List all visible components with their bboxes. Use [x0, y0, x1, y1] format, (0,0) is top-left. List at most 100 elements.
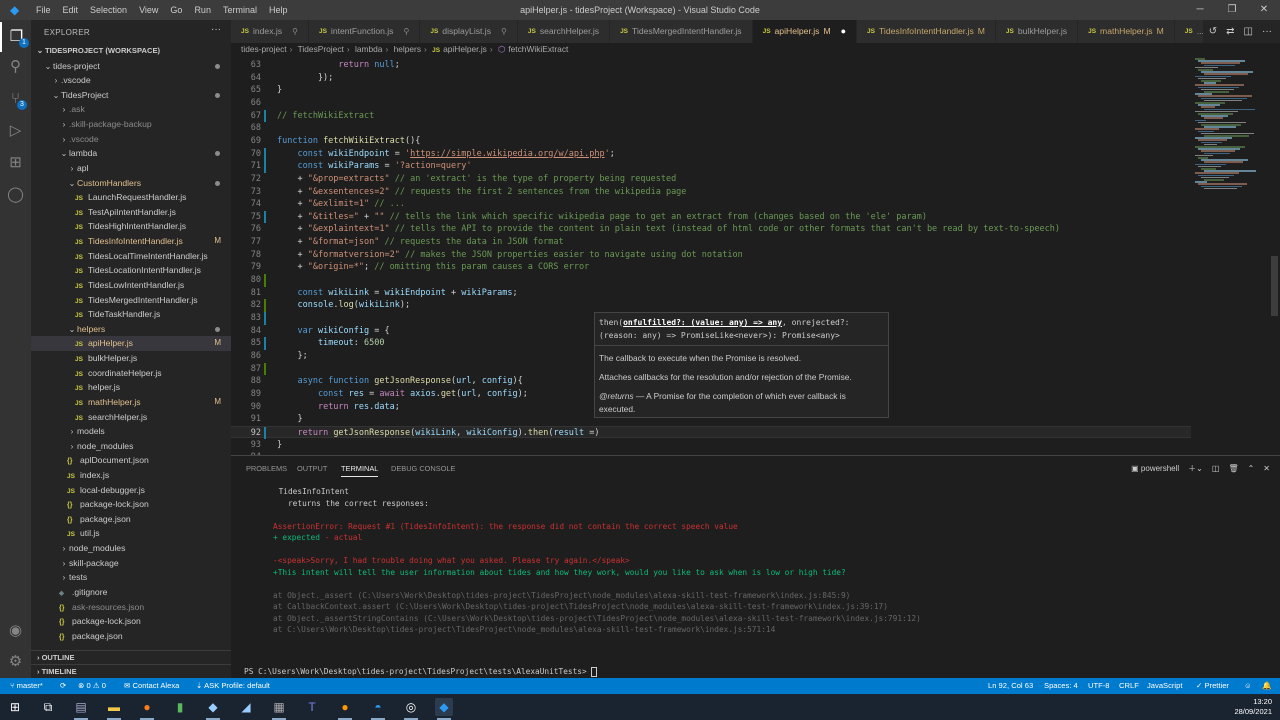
git-added-marker[interactable]: [264, 362, 266, 376]
file-item[interactable]: JS mathHelper.js M: [31, 395, 231, 410]
file-explorer-icon[interactable]: ▬: [105, 698, 123, 720]
file-item[interactable]: {} package-lock.json: [31, 614, 231, 629]
task-view-icon[interactable]: ⧉: [39, 698, 57, 716]
file-item[interactable]: JS TidesInfoIntentHandler.js M: [31, 234, 231, 249]
split-terminal-icon[interactable]: ◫: [1212, 461, 1220, 477]
breadcrumb-item[interactable]: helpers: [394, 44, 421, 54]
menu-run[interactable]: Run: [188, 5, 217, 15]
file-item[interactable]: JS TestApiIntentHandler.js: [31, 205, 231, 220]
folder-item[interactable]: › .vscode: [31, 132, 231, 147]
contact-alexa[interactable]: ✉ Contact Alexa: [124, 678, 179, 694]
close-window-button[interactable]: ✕: [1248, 0, 1280, 20]
app-icon[interactable]: ◢: [237, 698, 255, 716]
breadcrumb-item[interactable]: apiHelper.js: [443, 44, 487, 54]
problems-count[interactable]: ⊗ 0 ⚠ 0: [78, 678, 106, 694]
tab-terminal[interactable]: TERMINAL: [341, 461, 379, 477]
file-item[interactable]: JS index.js: [31, 468, 231, 483]
ask-profile[interactable]: ⇣ ASK Profile: default: [196, 678, 270, 694]
tab-problems[interactable]: PROBLEMS: [246, 461, 287, 477]
git-added-marker[interactable]: [264, 299, 266, 312]
file-item[interactable]: {} package-lock.json: [31, 497, 231, 512]
breadcrumb-item[interactable]: TidesProject: [298, 44, 344, 54]
menu-help[interactable]: Help: [263, 5, 294, 15]
prettier[interactable]: ✓ Prettier: [1196, 678, 1229, 694]
app-icon[interactable]: ●: [336, 698, 354, 720]
menu-edit[interactable]: Edit: [57, 5, 85, 15]
pin-icon[interactable]: ⚲: [403, 20, 409, 43]
cursor-position[interactable]: Ln 92, Col 63: [988, 678, 1033, 694]
file-item[interactable]: {} ask-resources.json: [31, 600, 231, 615]
git-modified-marker[interactable]: [264, 337, 266, 350]
tab-output[interactable]: OUTPUT: [297, 461, 327, 477]
windows-start-icon[interactable]: ⊞: [6, 698, 24, 716]
tab-intentfunction-js[interactable]: JS intentFunction.js ⚲: [308, 20, 421, 43]
sync-icon[interactable]: ⟳: [60, 678, 66, 694]
tab-searchhelper-js[interactable]: JS searchHelper.js: [517, 20, 611, 43]
folder-item[interactable]: › models: [31, 424, 231, 439]
menu-file[interactable]: File: [30, 5, 57, 15]
account-icon[interactable]: ◉: [0, 616, 31, 646]
tab-mathhelper-js[interactable]: JS mathHelper.js M: [1078, 20, 1175, 43]
folder-item[interactable]: › apl: [31, 161, 231, 176]
breadcrumb-item[interactable]: lambda: [355, 44, 382, 54]
calculator-icon[interactable]: ▦: [270, 698, 288, 720]
file-item[interactable]: JS coordinateHelper.js: [31, 366, 231, 381]
settings-gear-icon[interactable]: ⚙: [0, 647, 31, 677]
folder-item[interactable]: › .ask: [31, 102, 231, 117]
indentation[interactable]: Spaces: 4: [1044, 678, 1078, 694]
explorer-icon[interactable]: ❐ 1: [0, 22, 31, 52]
vscode-taskbar-icon[interactable]: ◆: [435, 698, 453, 720]
folder-item[interactable]: › node_modules: [31, 439, 231, 454]
split-editor-icon[interactable]: ◫: [1244, 20, 1253, 43]
menu-selection[interactable]: Selection: [84, 5, 133, 15]
workspace-root[interactable]: ⌄ TIDESPROJECT (WORKSPACE): [31, 44, 231, 59]
file-item[interactable]: {} package.json: [31, 629, 231, 644]
app-icon[interactable]: ◓: [369, 698, 387, 720]
file-item[interactable]: JS TidesLocationIntentHandler.js: [31, 263, 231, 278]
file-item[interactable]: JS bulkHelper.js: [31, 351, 231, 366]
teams-icon[interactable]: T: [303, 698, 321, 716]
tab-bulkhelper-js[interactable]: JS bulkHelper.js: [995, 20, 1079, 43]
search-icon[interactable]: ⚲: [0, 52, 31, 82]
folder-item[interactable]: › node_modules: [31, 541, 231, 556]
menu-terminal[interactable]: Terminal: [217, 5, 263, 15]
menu-view[interactable]: View: [133, 5, 164, 15]
folder-item[interactable]: › tests: [31, 570, 231, 585]
git-branch[interactable]: ⑂ master*: [10, 678, 43, 694]
file-item[interactable]: JS TidesLocalTimeIntentHandler.js: [31, 249, 231, 264]
breadcrumb-item[interactable]: fetchWikiExtract: [508, 44, 568, 54]
file-item[interactable]: {} package.json: [31, 512, 231, 527]
unsaved-dot-icon[interactable]: ●: [841, 20, 846, 43]
more-actions-icon[interactable]: ···: [211, 24, 221, 35]
obs-icon[interactable]: ◎: [402, 698, 420, 720]
file-item[interactable]: JS TidesMergedIntentHandler.js: [31, 293, 231, 308]
feedback-icon[interactable]: ☺: [1244, 678, 1252, 694]
source-control-icon[interactable]: ⑂ 3: [0, 84, 31, 114]
folder-item[interactable]: › .vscode: [31, 73, 231, 88]
run-debug-icon[interactable]: ▷: [0, 116, 31, 146]
file-item[interactable]: JS LaunchRequestHandler.js: [31, 190, 231, 205]
git-modified-marker[interactable]: [264, 210, 266, 224]
notepad-icon[interactable]: ▮: [171, 698, 189, 716]
kill-terminal-icon[interactable]: 🗑: [1228, 461, 1238, 477]
extensions-icon[interactable]: ⊞: [0, 148, 31, 178]
file-item[interactable]: JS TidesLowIntentHandler.js: [31, 278, 231, 293]
new-terminal-icon[interactable]: ＋⌄: [1188, 461, 1203, 477]
pin-icon[interactable]: ⚲: [292, 20, 298, 43]
tab-index-js[interactable]: JS index.js ⚲: [231, 20, 309, 43]
git-added-marker[interactable]: [264, 274, 266, 287]
timeline-section[interactable]: › TIMELINE: [31, 664, 231, 678]
app-icon[interactable]: ◆: [204, 698, 222, 720]
folder-item[interactable]: ⌄ TidesProject: [31, 88, 231, 103]
file-item[interactable]: ◆ .gitignore: [31, 585, 231, 600]
close-panel-icon[interactable]: ✕: [1263, 461, 1270, 477]
git-modified-marker[interactable]: [264, 147, 266, 161]
editor-scrollbar[interactable]: [1271, 256, 1278, 316]
terminal-prompt[interactable]: PS C:\Users\Work\Desktop\tides-project\T…: [244, 666, 598, 677]
firefox-icon[interactable]: ●: [138, 698, 156, 720]
tab-displaylist-js[interactable]: JS displayList.js ⚲: [420, 20, 518, 43]
file-item[interactable]: {} aplDocument.json: [31, 453, 231, 468]
file-item[interactable]: JS local-debugger.js: [31, 483, 231, 498]
menu-go[interactable]: Go: [164, 5, 188, 15]
file-item[interactable]: JS apiHelper.js M: [31, 336, 231, 351]
